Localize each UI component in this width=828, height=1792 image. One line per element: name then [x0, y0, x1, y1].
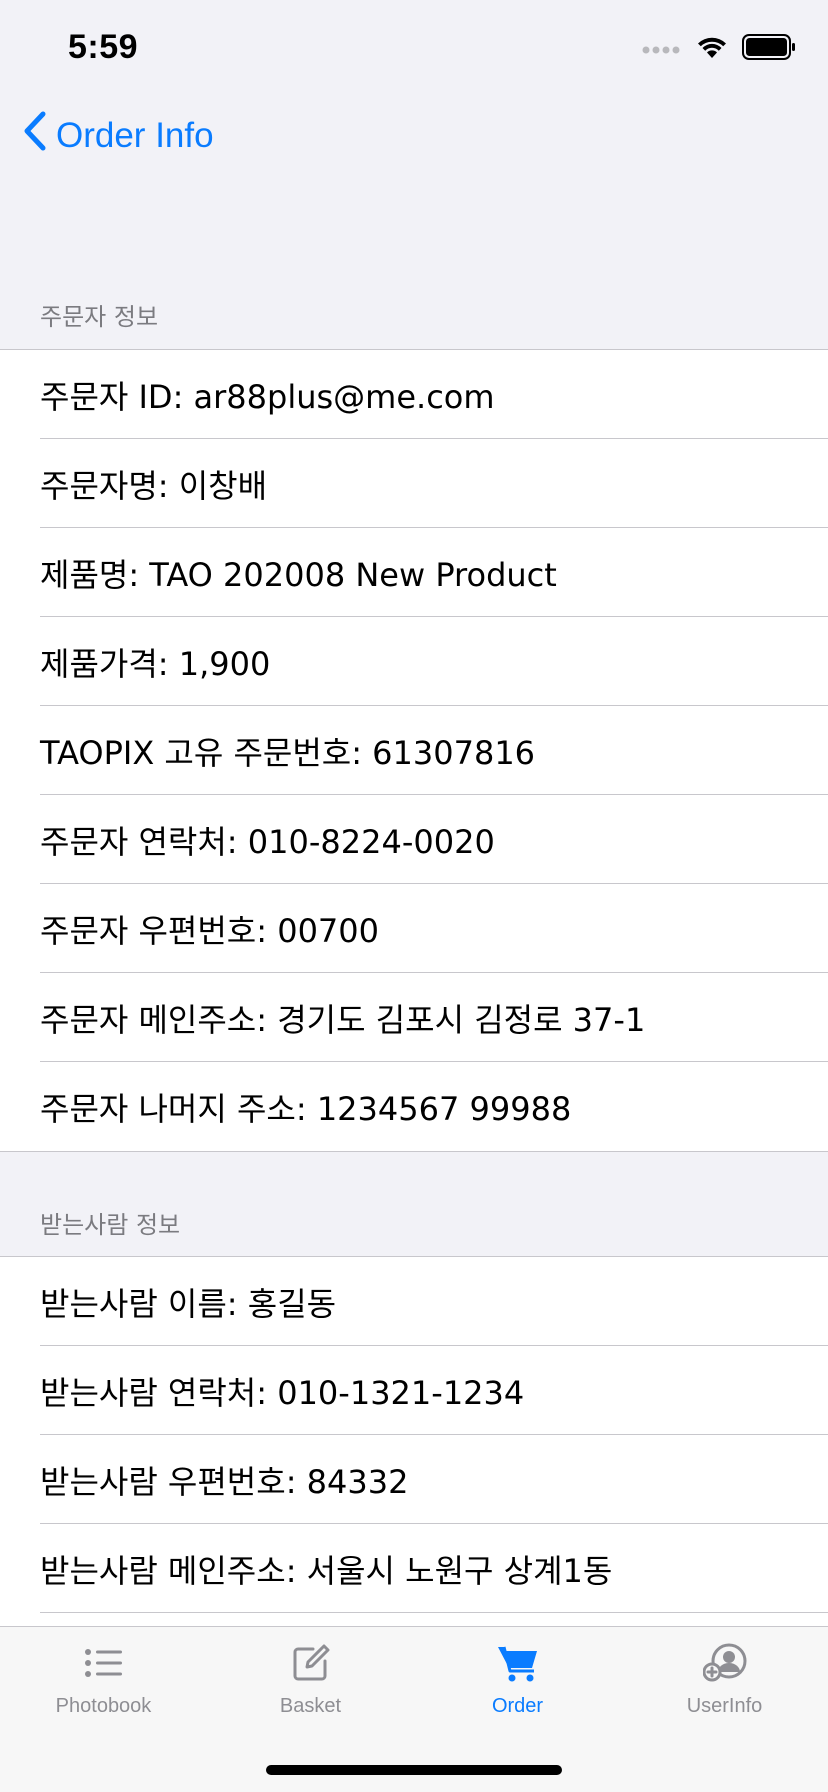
tab-basket[interactable]: Basket — [207, 1627, 414, 1737]
product-name-row[interactable]: 제품명: TAO 202008 New Product — [0, 528, 828, 617]
cellular-signal-icon — [642, 40, 682, 59]
recipient-main-address-row[interactable]: 받는사람 메인주소: 서울시 노원구 상계1동 — [0, 1524, 828, 1613]
orderer-phone-row[interactable]: 주문자 연락처: 010-8224-0020 — [0, 795, 828, 884]
tab-order-label: Order — [491, 1695, 544, 1717]
section-header-recipient: 받는사람 정보 — [40, 1211, 181, 1239]
list-icon — [82, 1643, 126, 1683]
recipient-zipcode-row[interactable]: 받는사람 우편번호: 84332 — [0, 1435, 828, 1524]
navigation-bar: Order Info — [0, 100, 828, 166]
orderer-main-address-row[interactable]: 주문자 메인주소: 경기도 김포시 김정로 37-1 — [0, 973, 828, 1062]
orderer-detail-address-row[interactable]: 주문자 나머지 주소: 1234567 99988 — [0, 1062, 828, 1151]
battery-icon — [742, 34, 796, 64]
tab-userinfo-label: UserInfo — [686, 1695, 763, 1717]
orderer-zipcode-row[interactable]: 주문자 우편번호: 00700 — [0, 884, 828, 973]
status-time: 5:59 — [68, 28, 139, 66]
recipient-name-row[interactable]: 받는사람 이름: 홍길동 — [0, 1257, 828, 1346]
status-icons — [642, 34, 796, 64]
wifi-icon — [696, 34, 728, 64]
home-indicator — [266, 1765, 562, 1775]
status-bar: 5:59 — [0, 0, 828, 100]
chevron-left-icon — [22, 110, 48, 161]
tab-photobook[interactable]: Photobook — [0, 1627, 207, 1737]
product-price-row[interactable]: 제품가격: 1,900 — [0, 617, 828, 706]
back-button[interactable]: Order Info — [22, 110, 214, 161]
orderer-id-row[interactable]: 주문자 ID: ar88plus@me.com — [0, 350, 828, 439]
section-header-orderer: 주문자 정보 — [40, 303, 159, 331]
tab-userinfo[interactable]: UserInfo — [621, 1627, 828, 1737]
tab-photobook-label: Photobook — [55, 1695, 152, 1717]
order-number-row[interactable]: TAOPIX 고유 주문번호: 61307816 — [0, 706, 828, 795]
recipient-phone-row[interactable]: 받는사람 연락처: 010-1321-1234 — [0, 1346, 828, 1435]
add-user-icon — [702, 1643, 747, 1683]
tab-order[interactable]: Order — [414, 1627, 621, 1737]
edit-icon — [289, 1643, 333, 1683]
cart-icon — [496, 1643, 540, 1683]
back-button-label: Order Info — [56, 115, 214, 155]
orderer-info-group: 주문자 ID: ar88plus@me.com 주문자명: 이창배 제품명: T… — [0, 349, 828, 1152]
orderer-name-row[interactable]: 주문자명: 이창배 — [0, 439, 828, 528]
order-info-screen: 5:59 Order Info 주문자 정보 주문자 ID: ar88plus@… — [0, 0, 828, 1792]
tab-basket-label: Basket — [279, 1695, 342, 1717]
